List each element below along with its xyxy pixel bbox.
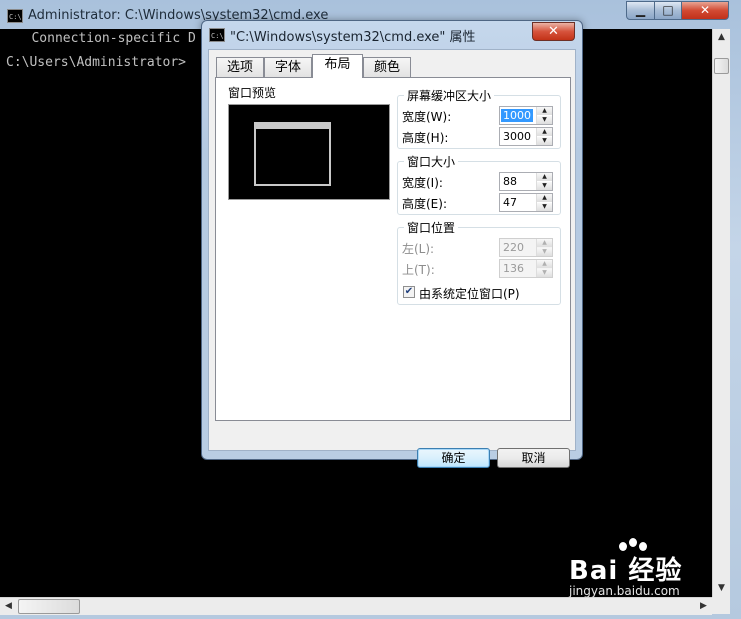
tab-layout[interactable]: 布局 <box>312 54 363 78</box>
layout-panel: 窗口预览 屏幕缓冲区大小 宽度(W): 1000 ▲ ▼ 高度(H): 3000 … <box>215 77 571 421</box>
system-position-label[interactable]: 由系统定位窗口(P) <box>419 285 520 302</box>
tab-options[interactable]: 选项 <box>216 57 264 77</box>
watermark-text: Bai 经验 <box>569 556 683 586</box>
window-position-title: 窗口位置 <box>404 219 459 236</box>
spin-down-icon[interactable]: ▼ <box>537 116 552 124</box>
cmd-icon: C:\ <box>7 9 23 23</box>
buffer-width-label: 宽度(W): <box>402 110 452 124</box>
vertical-scrollbar[interactable]: ▲ ▼ <box>712 29 730 597</box>
cancel-button[interactable]: 取消 <box>497 448 570 468</box>
system-position-checkbox[interactable]: ✔ <box>403 286 415 298</box>
position-top-value: 136 <box>503 262 524 275</box>
window-height-label: 高度(E): <box>402 197 447 211</box>
spin-up-icon[interactable]: ▲ <box>537 173 552 181</box>
ok-button[interactable]: 确定 <box>417 448 490 468</box>
position-left-label: 左(L): <box>402 242 435 256</box>
minimize-button[interactable]: ▁ <box>626 1 655 20</box>
buffer-height-label: 高度(H): <box>402 131 449 145</box>
close-button[interactable]: ✕ <box>681 1 729 20</box>
buffer-height-value: 3000 <box>503 130 531 143</box>
watermark-url: jingyan.baidu.com <box>569 584 680 598</box>
spin-up-icon[interactable]: ▲ <box>537 194 552 202</box>
scroll-right-arrow-icon[interactable]: ▶ <box>695 598 712 615</box>
maximize-button[interactable]: □ <box>654 1 682 20</box>
tab-font[interactable]: 字体 <box>264 57 312 77</box>
dialog-title: "C:\Windows\system32\cmd.exe" 属性 <box>230 30 476 45</box>
preview-window <box>254 122 331 186</box>
window-size-group: 窗口大小 宽度(I): 88 ▲ ▼ 高度(E): 47 ▲ ▼ <box>397 153 561 215</box>
dialog-body: 选项 字体 布局 颜色 窗口预览 屏幕缓冲区大小 宽度(W): 1000 ▲ ▼ … <box>208 49 576 468</box>
properties-dialog: C:\ "C:\Windows\system32\cmd.exe" 属性 ✕ 选… <box>201 20 583 468</box>
spin-up-icon: ▲ <box>537 260 552 268</box>
position-left-input: 220 ▲ ▼ <box>499 238 553 257</box>
scrollbar-corner <box>712 597 730 614</box>
buffer-height-input[interactable]: 3000 ▲ ▼ <box>499 127 553 146</box>
dialog-close-button[interactable]: ✕ <box>532 22 575 41</box>
preview-label: 窗口预览 <box>228 86 277 100</box>
spin-up-icon: ▲ <box>537 239 552 247</box>
spin-up-icon[interactable]: ▲ <box>537 128 552 136</box>
buffer-width-value: 1000 <box>501 109 533 122</box>
spin-up-icon[interactable]: ▲ <box>537 107 552 115</box>
cmd-icon: C:\ <box>209 28 225 42</box>
tab-colors[interactable]: 颜色 <box>363 57 411 77</box>
console-prompt: C:\Users\Administrator> <box>6 55 187 70</box>
spin-down-icon[interactable]: ▼ <box>537 137 552 145</box>
spin-down-icon[interactable]: ▼ <box>537 203 552 211</box>
window-width-value: 88 <box>503 175 517 188</box>
vertical-scroll-thumb[interactable] <box>714 58 729 74</box>
spin-down-icon: ▼ <box>537 269 552 277</box>
console-line: Connection-specific D <box>8 31 196 46</box>
spin-down-icon: ▼ <box>537 248 552 256</box>
baidu-jingyan-watermark: Bai 经验 jingyan.baidu.com <box>565 538 705 600</box>
position-top-input: 136 ▲ ▼ <box>499 259 553 278</box>
buffer-size-group: 屏幕缓冲区大小 宽度(W): 1000 ▲ ▼ 高度(H): 3000 ▲ ▼ <box>397 87 561 149</box>
buffer-size-title: 屏幕缓冲区大小 <box>404 87 495 104</box>
window-height-value: 47 <box>503 196 517 209</box>
window-width-label: 宽度(I): <box>402 176 443 190</box>
scroll-left-arrow-icon[interactable]: ◀ <box>0 598 17 615</box>
spin-down-icon[interactable]: ▼ <box>537 182 552 190</box>
scroll-down-arrow-icon[interactable]: ▼ <box>713 580 730 597</box>
window-size-title: 窗口大小 <box>404 153 459 170</box>
scroll-up-arrow-icon[interactable]: ▲ <box>713 29 730 46</box>
window-width-input[interactable]: 88 ▲ ▼ <box>499 172 553 191</box>
buffer-width-input[interactable]: 1000 ▲ ▼ <box>499 106 553 125</box>
position-left-value: 220 <box>503 241 524 254</box>
position-top-label: 上(T): <box>402 263 435 277</box>
window-height-input[interactable]: 47 ▲ ▼ <box>499 193 553 212</box>
window-position-group: 窗口位置 左(L): 220 ▲ ▼ 上(T): 136 ▲ ▼ ✔ 由系统定位窗口… <box>397 219 561 305</box>
window-preview <box>228 104 390 200</box>
horizontal-scroll-thumb[interactable] <box>18 599 80 614</box>
